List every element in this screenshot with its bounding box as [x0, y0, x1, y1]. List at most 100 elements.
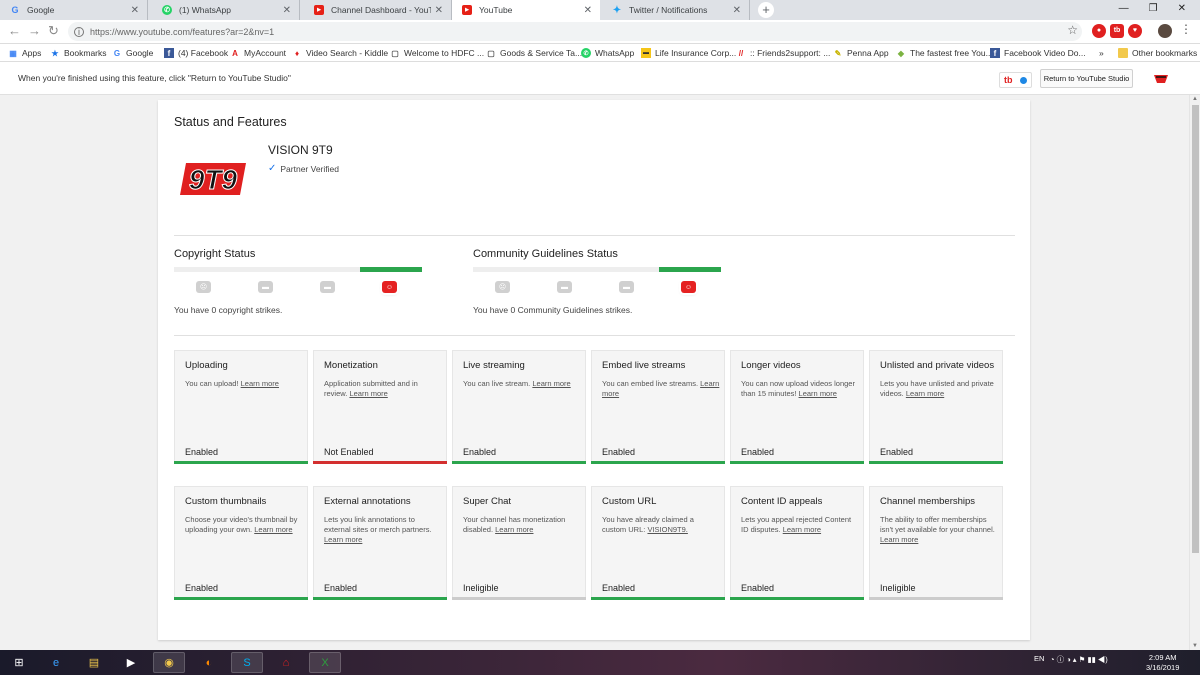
learn-more-link[interactable]: Learn more — [324, 535, 362, 544]
minimize-icon[interactable]: — — [1119, 3, 1129, 14]
file-explorer-icon[interactable]: ▤ — [78, 652, 110, 673]
feature-description: Lets you appeal rejected Content ID disp… — [741, 515, 852, 534]
feature-title: Longer videos — [741, 360, 801, 371]
scrollbar[interactable]: ▲ ▼ — [1189, 95, 1200, 650]
internet-explorer-icon[interactable]: e — [40, 652, 72, 673]
feature-description: You have already claimed a custom URL: V… — [602, 515, 694, 534]
system-clock[interactable]: 2:09 AM 3/16/2019 — [1146, 653, 1179, 673]
feature-card: Custom URL You have already claimed a cus… — [591, 486, 725, 600]
scroll-down-icon[interactable]: ▼ — [1192, 643, 1198, 649]
bookmark-item[interactable]: f Facebook Video Do... — [990, 44, 1086, 62]
close-tab-icon[interactable]: ✕ — [435, 5, 443, 16]
feature-status-bar — [869, 597, 1003, 600]
feature-card: Custom thumbnails Choose your video's thu… — [174, 486, 308, 600]
page-icon: ▢ — [391, 48, 399, 58]
menu-icon[interactable]: ⋮ — [1180, 22, 1192, 36]
bookmark-item[interactable]: ▢ Goods & Service Ta... — [486, 44, 582, 62]
tab-whatsapp[interactable]: ✆ (1) WhatsApp ✕ — [152, 0, 300, 20]
skype-icon[interactable]: S — [231, 652, 263, 673]
scrollbar-thumb[interactable] — [1192, 105, 1199, 553]
learn-more-link[interactable]: Learn more — [254, 525, 292, 534]
forward-arrow-icon[interactable]: → — [28, 23, 41, 38]
profile-avatar[interactable] — [1158, 24, 1172, 38]
info-icon[interactable]: i — [74, 26, 84, 37]
whatsapp-icon: ✆ — [162, 5, 172, 15]
extension-icon[interactable]: ● — [1092, 24, 1106, 38]
bookmark-apps[interactable]: ▦ Apps — [8, 44, 41, 62]
community-strike-segment — [535, 267, 597, 272]
friends2support-icon: // — [738, 48, 744, 58]
learn-more-link[interactable]: VISION9T9. — [647, 525, 687, 534]
learn-more-link[interactable]: Learn more — [349, 389, 387, 398]
return-to-studio-button[interactable]: Return to YouTube Studio — [1040, 69, 1133, 88]
community-strike-segment — [473, 267, 535, 272]
chrome-icon[interactable]: ◉ — [153, 652, 185, 673]
url-text[interactable]: https://www.youtube.com/features?ar=2&nv… — [90, 27, 274, 37]
bookmark-item[interactable]: f (4) Facebook — [164, 44, 228, 62]
feature-status: Enabled — [324, 583, 358, 593]
back-arrow-icon[interactable]: ← — [8, 23, 21, 38]
bookmark-item[interactable]: ▢ Welcome to HDFC ... — [390, 44, 484, 62]
learn-more-link[interactable]: Learn more — [495, 525, 533, 534]
new-tab-button[interactable]: + — [758, 2, 774, 18]
bookmark-item[interactable]: ✆ WhatsApp — [581, 44, 634, 62]
bookmark-item[interactable]: ✎ Penna App — [833, 44, 889, 62]
bookmarks-overflow[interactable]: » — [1099, 44, 1104, 62]
omnibox[interactable]: i https://www.youtube.com/features?ar=2&… — [68, 22, 1082, 41]
feature-status-bar — [313, 597, 447, 600]
channel-logo-icon[interactable] — [1152, 74, 1170, 84]
close-tab-icon[interactable]: ✕ — [283, 5, 291, 16]
windows-start-icon[interactable]: ⊞ — [3, 652, 35, 673]
other-bookmarks[interactable]: Other bookmarks — [1118, 44, 1197, 62]
bookmark-item[interactable]: ♦ Video Search - Kiddle — [292, 44, 388, 62]
learn-more-link[interactable]: Learn more — [241, 379, 279, 388]
language-indicator[interactable]: EN — [1034, 654, 1044, 663]
learn-more-link[interactable]: Learn more — [783, 525, 821, 534]
copyright-strike-segment-current — [360, 267, 422, 272]
learn-more-link[interactable]: Learn more — [880, 535, 918, 544]
feature-card: Embed live streams You can embed live str… — [591, 350, 725, 464]
feature-card: Unlisted and private videos Lets you have… — [869, 350, 1003, 464]
tubebuddy-extension-icon[interactable]: tb — [1110, 24, 1124, 38]
reload-icon[interactable]: ↻ — [48, 23, 59, 39]
close-tab-icon[interactable]: ✕ — [131, 5, 139, 16]
acrobat-icon[interactable]: ⌂ — [270, 652, 302, 673]
bookmark-item[interactable]: A MyAccount — [230, 44, 286, 62]
feature-title: Content ID appeals — [741, 496, 823, 507]
firefox-icon[interactable]: ◐ — [193, 652, 225, 673]
feature-status: Enabled — [602, 447, 636, 457]
media-player-icon[interactable]: ▶ — [115, 652, 147, 673]
excel-icon[interactable]: X — [309, 652, 341, 673]
feature-status: Enabled — [463, 447, 497, 457]
bookmark-folder[interactable]: ★ Bookmarks — [50, 44, 106, 62]
learn-more-link[interactable]: Learn more — [799, 389, 837, 398]
learn-more-link[interactable]: Learn more — [906, 389, 944, 398]
bookmark-item[interactable]: G Google — [112, 44, 154, 62]
bookmark-star-icon[interactable]: ☆ — [1067, 23, 1078, 37]
tab-title: Google — [27, 5, 55, 15]
tab-twitter[interactable]: ✦ Twitter / Notifications ✕ — [602, 0, 750, 20]
community-strike-segment-current — [659, 267, 721, 272]
feature-title: Channel memberships — [880, 496, 976, 507]
learn-more-link[interactable]: Learn more — [532, 379, 570, 388]
address-bar-row: ← → ↻ i https://www.youtube.com/features… — [0, 20, 1200, 44]
bookmark-item[interactable]: ▬ Life Insurance Corp... — [641, 44, 736, 62]
feature-status: Ineligible — [463, 583, 499, 593]
bookmark-item[interactable]: //:: Friends2support: ... — [736, 44, 831, 62]
tab-youtube[interactable]: ▶ YouTube ✕ — [452, 0, 600, 20]
close-tab-icon[interactable]: ✕ — [584, 5, 592, 16]
feature-status-bar — [174, 597, 308, 600]
feature-status-bar — [869, 461, 1003, 464]
feature-description: You can upload! Learn more — [185, 379, 279, 388]
close-tab-icon[interactable]: ✕ — [733, 5, 741, 16]
pocket-extension-icon[interactable]: ♥ — [1128, 24, 1142, 38]
maximize-icon[interactable]: ❐ — [1149, 3, 1158, 14]
tab-channel-dashboard[interactable]: ▶ Channel Dashboard - YouTube S ✕ — [304, 0, 452, 20]
bookmark-item[interactable]: ◆ The fastest free You... — [896, 44, 993, 62]
tray-icons[interactable]: ◔ ⓘ ◑ ▴ ⚑ ▮▮ ◀) — [1050, 654, 1108, 665]
close-window-icon[interactable]: ✕ — [1178, 3, 1186, 14]
scroll-up-icon[interactable]: ▲ — [1192, 96, 1198, 102]
feature-card: Channel memberships The ability to offer … — [869, 486, 1003, 600]
tab-google[interactable]: G Google ✕ — [0, 0, 148, 20]
tubebuddy-badge[interactable]: tb — [999, 72, 1032, 88]
